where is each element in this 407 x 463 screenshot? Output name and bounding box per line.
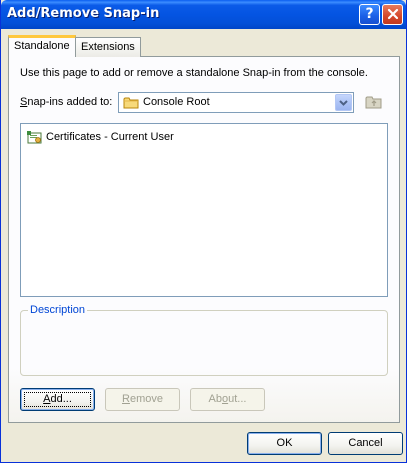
tab-extensions[interactable]: Extensions [75, 37, 141, 57]
cancel-button-label: Cancel [348, 437, 383, 449]
about-button-rest: ut... [228, 393, 247, 405]
dropdown-button[interactable] [335, 94, 352, 111]
snapins-added-to-label: Snap-ins added to: [20, 96, 112, 108]
remove-button-rest: emove [129, 393, 163, 405]
up-one-level-icon[interactable] [365, 94, 383, 110]
ok-button[interactable]: OK [247, 432, 322, 455]
chevron-down-icon [339, 100, 348, 106]
snapins-select-value: Console Root [143, 96, 210, 108]
snapins-list[interactable]: Certificates - Current User [20, 123, 388, 297]
snapins-label-rest: nap-ins added to: [27, 96, 113, 108]
description-legend: Description [28, 304, 88, 316]
tab-standalone[interactable]: Standalone [8, 35, 76, 57]
title-bar[interactable]: Add/Remove Snap-in ? [1, 0, 406, 29]
close-icon [387, 8, 398, 20]
cancel-button[interactable]: Cancel [328, 432, 403, 455]
close-button[interactable] [382, 4, 403, 25]
window-title: Add/Remove Snap-in [7, 6, 160, 21]
list-item-label: Certificates - Current User [46, 131, 174, 143]
remove-button-accel: R [122, 393, 130, 405]
folder-icon [123, 97, 139, 109]
remove-button[interactable]: Remove [105, 388, 180, 411]
add-button[interactable]: Add... [20, 388, 95, 411]
snapins-added-to-select[interactable]: Console Root [118, 92, 354, 113]
description-group [20, 310, 388, 376]
certificates-icon [27, 131, 42, 144]
ok-button-label: OK [276, 437, 293, 449]
about-button-pre: Ab [208, 393, 222, 405]
add-remove-snapin-dialog: Add/Remove Snap-in ? Standalone Extensio… [0, 0, 407, 463]
focus-rectangle [24, 392, 91, 407]
help-icon: ? [365, 6, 374, 22]
help-button[interactable]: ? [359, 4, 380, 25]
tab-standalone-label: Standalone [14, 40, 70, 52]
about-button[interactable]: About... [190, 388, 265, 411]
tab-extensions-label: Extensions [81, 41, 135, 53]
intro-text: Use this page to add or remove a standal… [20, 67, 368, 79]
